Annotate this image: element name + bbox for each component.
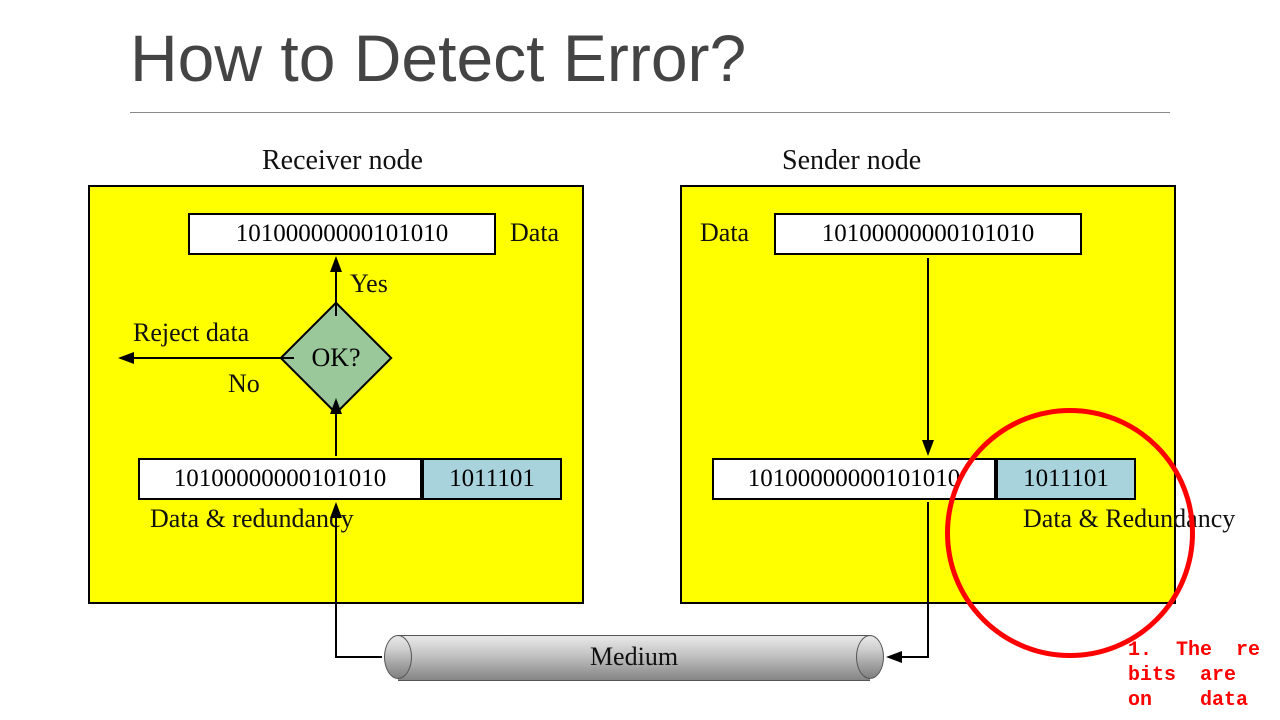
sender-data-label: Data (700, 218, 749, 248)
reject-label: Reject data (133, 318, 249, 348)
sender-title: Sender node (782, 145, 921, 177)
receiver-title: Receiver node (262, 145, 423, 177)
sender-data-box: 10100000000101010 (774, 213, 1082, 255)
receiver-data-label: Data (510, 218, 559, 248)
decision-text: OK? (296, 318, 376, 398)
page-title: How to Detect Error? (130, 20, 746, 96)
title-rule (130, 112, 1170, 113)
medium-label: Medium (384, 635, 884, 679)
receiver-redundancy-box: 1011101 (422, 458, 562, 500)
decision-diamond: OK? (296, 318, 376, 398)
receiver-full-box: 10100000000101010 (138, 458, 422, 500)
no-label: No (228, 369, 260, 399)
receiver-data-redundancy-label: Data & redundancy (150, 505, 354, 534)
receiver-data-box: 10100000000101010 (188, 213, 496, 255)
medium-cylinder: Medium (384, 635, 884, 679)
side-note: 1. The re bits are on data (1128, 638, 1272, 713)
yes-label: Yes (350, 269, 388, 299)
slide: How to Detect Error? Receiver node Sende… (0, 0, 1280, 720)
highlight-circle (945, 408, 1195, 658)
